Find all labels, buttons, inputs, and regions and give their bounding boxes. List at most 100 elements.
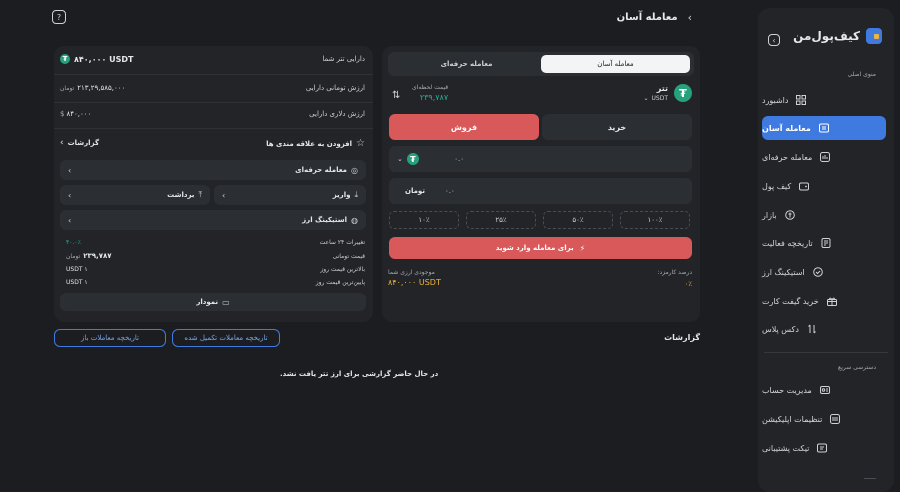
sidebar-item-label: معامله آسان	[762, 123, 811, 133]
toman-asset-value: ۲۱۳,۲۹,۵۸۵,۰۰۰	[77, 84, 126, 92]
tab-easy-trade[interactable]: معامله آسان	[541, 55, 690, 73]
tab-completed-trades[interactable]: تاریخچه معاملات تکمیل شده	[172, 329, 280, 347]
percent-label: ۱۰٪	[418, 216, 430, 224]
buy-button[interactable]: خرید	[542, 114, 692, 140]
history-icon	[821, 238, 831, 248]
chart-candle-icon: ◎	[351, 165, 358, 175]
tab-pro-trade[interactable]: معامله حرفه‌ای	[392, 55, 541, 73]
star-icon: ☆	[356, 138, 365, 149]
asset-panel: ₮ ۸۴۰,۰۰۰ USDT دارایی تتر شما تومان ۲۱۳,…	[54, 46, 373, 322]
sidebar-item-label: تنظیمات اپلیکیشن	[762, 414, 823, 424]
sidebar-item-history[interactable]: تاریخچه فعالیت	[762, 231, 886, 255]
sidebar-item-label: داشبورد	[762, 95, 789, 105]
sidebar-item-easy-trade[interactable]: معامله آسان	[762, 116, 886, 140]
trade-mode-tabs: معامله آسان معامله حرفه‌ای	[388, 52, 694, 76]
sidebar-item-market[interactable]: بازار	[762, 203, 886, 227]
amount-value: ۰.۰	[454, 155, 464, 163]
sidebar-item-pro-trade[interactable]: معامله حرفه‌ای	[762, 145, 886, 169]
sidebar-item-dex-plus[interactable]: دکس پلاس	[762, 317, 886, 341]
sidebar-item-label: دکس پلاس	[762, 324, 799, 334]
reports-link[interactable]: ‹ گزارشات	[60, 138, 99, 148]
sidebar-item-app-settings[interactable]: تنظیمات اپلیکیشن	[762, 407, 886, 431]
sidebar-divider	[864, 478, 876, 479]
sidebar-item-label: خرید گیفت کارت	[762, 296, 819, 306]
chevron-left-icon: ‹	[68, 190, 72, 200]
pro-trade-action[interactable]: ‹ معامله حرفه‌ای ◎	[60, 160, 366, 180]
fee-label: درصد کارمزد:	[657, 269, 692, 276]
sidebar-item-label: کیف پول	[762, 181, 792, 191]
sidebar-item-label: معامله حرفه‌ای	[762, 152, 813, 162]
amount-input[interactable]: ⌄ ₮ ۰.۰	[389, 146, 692, 172]
sell-label: فروش	[450, 122, 478, 132]
stat-change-24h-value: ۴۰.۰٪	[66, 239, 81, 246]
collapse-sidebar-icon[interactable]: ‹	[768, 34, 780, 46]
buy-label: خرید	[607, 122, 627, 132]
sidebar-item-label: تاریخچه فعالیت	[762, 238, 813, 248]
empty-reports-message: در حال حاضر گزارشی برای ارز تتر یافت نشد…	[280, 370, 439, 378]
sidebar-item-wallet[interactable]: کیف پول	[762, 174, 886, 198]
price-toggle-icon[interactable]: ⇅	[392, 90, 400, 101]
chevron-down-icon[interactable]: ⌄	[397, 155, 403, 163]
login-label: برای معامله وارد شوید	[495, 244, 574, 252]
section-quick-access: دسترسی سریع	[838, 364, 876, 371]
staking-action[interactable]: ‹ استیکینگ ارز ◍	[60, 210, 366, 230]
sidebar-item-label: مدیریت حساب	[762, 385, 812, 395]
back-chevron-icon[interactable]: ‹	[688, 11, 692, 24]
sidebar-item-support[interactable]: تیکت پشتیبانی	[762, 436, 886, 460]
sidebar-item-label: بازار	[762, 210, 777, 220]
stat-high-label: بالاترین قیمت روز	[320, 266, 365, 273]
asset-amount: ۸۴۰,۰۰۰ USDT	[74, 54, 134, 64]
tab-label: معامله آسان	[597, 60, 634, 68]
deposit-action[interactable]: ‹ واریز ⤓	[214, 185, 366, 205]
chevron-left-icon: ‹	[68, 215, 72, 225]
login-to-trade-button[interactable]: برای معامله وارد شوید ⚡	[389, 237, 692, 259]
sidebar-item-gift-card[interactable]: خرید گیفت کارت	[762, 289, 886, 313]
help-icon[interactable]: ?	[52, 10, 66, 24]
percent-10-button[interactable]: ۱۰٪	[389, 211, 459, 229]
toman-input[interactable]: تومان ۰.۰	[389, 178, 692, 204]
dollar-icon: $	[60, 110, 65, 118]
action-label: برداشت	[167, 191, 195, 199]
sell-button[interactable]: فروش	[389, 114, 539, 140]
id-card-icon	[819, 385, 830, 395]
withdraw-icon: ⤒	[198, 190, 202, 199]
sidebar-item-staking[interactable]: استیکینگ ارز	[762, 260, 886, 284]
section-main-menu: منوی اصلی	[847, 71, 876, 78]
stat-toman-price-value: ۲۳۹,۷۸۷	[83, 252, 112, 260]
action-label: استیکینگ ارز	[302, 216, 348, 224]
page-title: معامله آسان	[616, 11, 678, 23]
chart-button[interactable]: نمودار ▭	[60, 293, 366, 311]
sidebar-item-dashboard[interactable]: داشبورد	[762, 88, 886, 112]
add-to-favorites-button[interactable]: افزودن به علاقه مندی ها ☆	[266, 138, 365, 149]
grid-icon	[796, 95, 807, 105]
percent-50-button[interactable]: ۵۰٪	[543, 211, 613, 229]
toman-label: تومان	[405, 187, 425, 195]
staking-icon	[812, 267, 823, 277]
stat-toman-price-label: قیمت تومانی	[332, 253, 365, 260]
tether-icon: ₮	[60, 54, 70, 64]
coin-selector[interactable]: تتر USDT ⌄ ₮	[643, 84, 692, 102]
exchange-icon	[818, 123, 829, 133]
price-value: ۲۳۹,۷۸۷	[419, 93, 449, 102]
deposit-icon: ⤓	[354, 190, 358, 199]
tab-open-trades[interactable]: تاریخچه معاملات باز	[54, 329, 166, 347]
sidebar-item-account[interactable]: مدیریت حساب	[762, 378, 886, 402]
balance-label: موجودی ارزی شما	[388, 269, 435, 276]
logo-text: کیف‌پول‌من	[793, 29, 860, 43]
coin-name: تتر	[656, 84, 668, 93]
stat-low-value: USDT ۱	[66, 279, 88, 286]
market-icon	[784, 210, 795, 220]
reports-link-label: گزارشات	[67, 139, 100, 147]
toman-unit: تومان	[60, 84, 75, 92]
chart-icon: ▭	[222, 297, 230, 307]
percent-100-button[interactable]: ۱۰۰٪	[620, 211, 690, 229]
chevron-left-icon: ‹	[60, 138, 64, 148]
divider	[54, 102, 373, 103]
gift-icon	[826, 296, 837, 306]
withdraw-action[interactable]: ‹ برداشت ⤒	[60, 185, 210, 205]
percent-25-button[interactable]: ۲۵٪	[466, 211, 536, 229]
toman-value: ۰.۰	[444, 187, 455, 195]
wallet-icon	[799, 181, 810, 191]
dollar-asset-label: ارزش دلاری دارایی	[309, 110, 365, 118]
logo-icon	[866, 28, 882, 44]
